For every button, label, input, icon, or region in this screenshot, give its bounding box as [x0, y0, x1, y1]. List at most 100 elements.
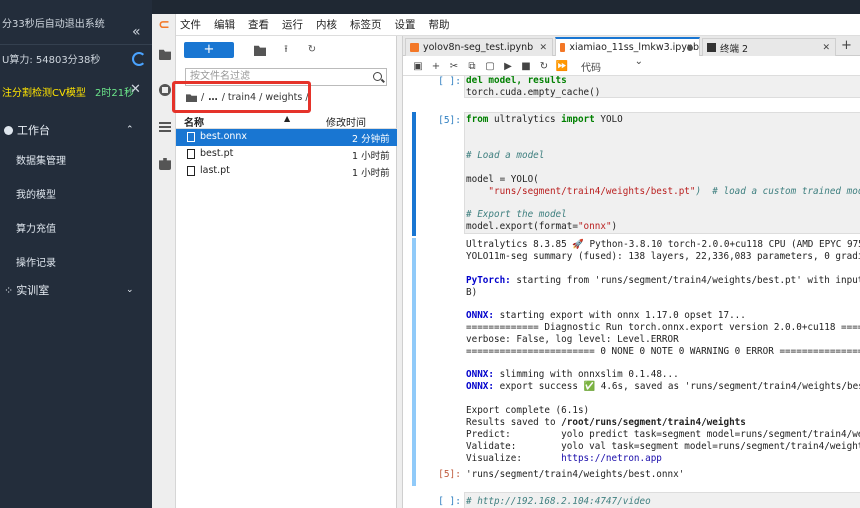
output-text: starting export with onnx 1.17.0 opset 1…	[494, 310, 746, 321]
close-icon[interactable]: ✕	[130, 82, 141, 97]
document-tabs: yolov8n-seg_test.ipynb ✕ xiamiao_11ss_lm…	[403, 36, 860, 56]
output-line: ONNX: export success ✅ 4.6s, saved as 'r…	[466, 381, 860, 392]
menu-item-my-models[interactable]: 我的模型	[0, 176, 152, 210]
menu-group-workbench[interactable]: 工作台 ⌃	[0, 118, 152, 142]
code-string: "onnx"	[577, 221, 612, 232]
menu-item-dataset[interactable]: 数据集管理	[0, 142, 152, 176]
column-modified[interactable]: 修改时间	[326, 114, 366, 129]
output-tag: ONNX:	[466, 369, 494, 380]
code-keyword: import	[561, 114, 595, 125]
menu-tabs[interactable]: 标签页	[350, 17, 382, 32]
output-text: Visualize:	[466, 453, 562, 464]
code-comment: # Load a model	[466, 150, 545, 161]
output-line: ============= Diagnostic Run torch.onnx.…	[466, 322, 860, 333]
close-icon[interactable]: ✕	[822, 43, 830, 53]
code-line: torch.cuda.empty_cache()	[466, 87, 601, 98]
output-tag: ONNX:	[466, 310, 494, 321]
folder-icon[interactable]	[159, 49, 171, 60]
cut-icon[interactable]: ✂	[445, 61, 463, 72]
file-list-header: 名称 ▲ 修改时间	[176, 111, 397, 129]
refresh-icon[interactable]	[132, 52, 146, 66]
output-line: ======================= 0 NONE 0 NOTE 0 …	[466, 346, 860, 357]
file-row[interactable]: last.pt 1 小时前	[176, 163, 397, 180]
output-line: verbose: False, log level: Level.ERROR	[466, 334, 679, 345]
close-icon[interactable]: ✕	[539, 43, 547, 53]
menu-item-recharge[interactable]: 算力充值	[0, 210, 152, 244]
compute-balance: U算力: 54803分38秒	[2, 55, 101, 66]
user-icon	[4, 125, 13, 135]
column-name[interactable]: 名称	[184, 114, 204, 129]
output-line: ONNX: slimming with onnxslim 0.1.48...	[466, 369, 679, 380]
code-text: )	[611, 221, 618, 232]
toc-icon[interactable]	[159, 122, 171, 134]
auto-logout-bar: 分33秒后自动退出系统 «	[0, 0, 152, 45]
task-name[interactable]: 注分割检测CV模型	[2, 88, 86, 99]
code-line: "runs/segment/train4/weights/best.pt") #…	[466, 186, 860, 197]
output-line: YOLO11m-seg summary (fused): 138 layers,…	[466, 251, 860, 262]
file-browser-toolbar: + ⭱ ↻	[176, 36, 396, 64]
file-row[interactable]: best.pt 1 小时前	[176, 146, 397, 163]
menu-run[interactable]: 运行	[282, 17, 303, 32]
file-modified: 1 小时前	[352, 151, 390, 162]
auto-logout-text: 分33秒后自动退出系统	[2, 18, 105, 30]
output-path: /root/runs/segment/train4/weights	[561, 417, 746, 428]
cell-prompt: [ ]:	[438, 496, 461, 507]
refresh-icon[interactable]: ↻	[306, 44, 318, 56]
file-name: best.pt	[200, 148, 234, 159]
code-comment: ) # load a custom trained mode	[695, 186, 860, 197]
output-line: Export complete (6.1s)	[466, 405, 590, 416]
file-row[interactable]: best.onnx 2 分钟前	[176, 129, 397, 146]
copy-icon[interactable]: ⧉	[463, 61, 481, 72]
file-icon	[187, 132, 195, 142]
restart-icon[interactable]: ↻	[535, 61, 553, 72]
add-cell-icon[interactable]: +	[427, 61, 445, 72]
cell-prompt: [ ]:	[438, 76, 461, 87]
menu-file[interactable]: 文件	[180, 17, 201, 32]
cell-type-select[interactable]: 代码	[581, 56, 657, 74]
menu-settings[interactable]: 设置	[395, 17, 416, 32]
menu-view[interactable]: 查看	[248, 17, 269, 32]
output-line: Predict: yolo predict task=segment model…	[466, 429, 860, 440]
output-text: slimming with onnxslim 0.1.48...	[494, 369, 679, 380]
extension-icon[interactable]	[159, 158, 171, 170]
platform-menu: 工作台 ⌃ 数据集管理 我的模型 算力充值 操作记录 ⁘ 实训室 ⌄	[0, 118, 152, 302]
code-string: "runs/segment/train4/weights/best.pt"	[488, 186, 696, 197]
menu-help[interactable]: 帮助	[429, 17, 450, 32]
output-line: Validate: yolo val task=segment model=ru…	[466, 441, 860, 452]
new-folder-icon[interactable]	[254, 45, 266, 56]
menu-group-lab[interactable]: ⁘ 实训室 ⌄	[0, 278, 152, 302]
file-modified: 1 小时前	[352, 168, 390, 179]
tab-label: yolov8n-seg_test.ipynb	[423, 42, 534, 53]
jupyter-logo-icon: ⊂	[158, 17, 170, 33]
menu-item-logs[interactable]: 操作记录	[0, 244, 152, 278]
menu-kernel[interactable]: 内核	[316, 17, 337, 32]
menu-edit[interactable]: 编辑	[214, 17, 235, 32]
running-kernels-icon[interactable]	[159, 84, 171, 96]
netron-link[interactable]: https://netron.app	[561, 453, 662, 464]
code-keyword: from	[466, 114, 489, 125]
file-name: best.onnx	[200, 131, 248, 142]
code-text: model.export(format=	[466, 221, 578, 232]
run-icon[interactable]: ▶	[499, 61, 517, 72]
code-text: ultralytics	[488, 114, 562, 125]
collapse-icon[interactable]: «	[132, 24, 141, 40]
tab-notebook-1[interactable]: yolov8n-seg_test.ipynb ✕	[405, 38, 553, 56]
stop-icon[interactable]: ■	[517, 61, 535, 72]
upload-icon[interactable]: ⭱	[280, 44, 292, 56]
output-bar	[412, 238, 416, 486]
output-tag: ONNX:	[466, 381, 494, 392]
paste-icon[interactable]: ▢	[481, 61, 499, 72]
tab-terminal[interactable]: 终端 2 ✕	[702, 38, 836, 56]
new-launcher-button[interactable]: +	[184, 42, 234, 58]
platform-sidebar: 分33秒后自动退出系统 « U算力: 54803分38秒 注分割检测CV模型 2…	[0, 0, 152, 508]
task-timer: 2时21秒	[95, 88, 135, 99]
code-line: model.export(format="onnx")	[466, 221, 617, 232]
code-text: YOLO	[594, 114, 623, 125]
save-icon[interactable]: ▣	[409, 61, 427, 72]
unsaved-dot-icon[interactable]	[687, 45, 693, 51]
add-tab-icon[interactable]: +	[841, 38, 852, 53]
tab-notebook-2[interactable]: xiamiao_11ss_lmkw3.ipynb	[555, 37, 700, 56]
fast-forward-icon[interactable]: ⏩	[553, 61, 571, 72]
breadcrumb-highlight-annotation	[172, 81, 311, 113]
output-tag: PyTorch:	[466, 275, 511, 286]
